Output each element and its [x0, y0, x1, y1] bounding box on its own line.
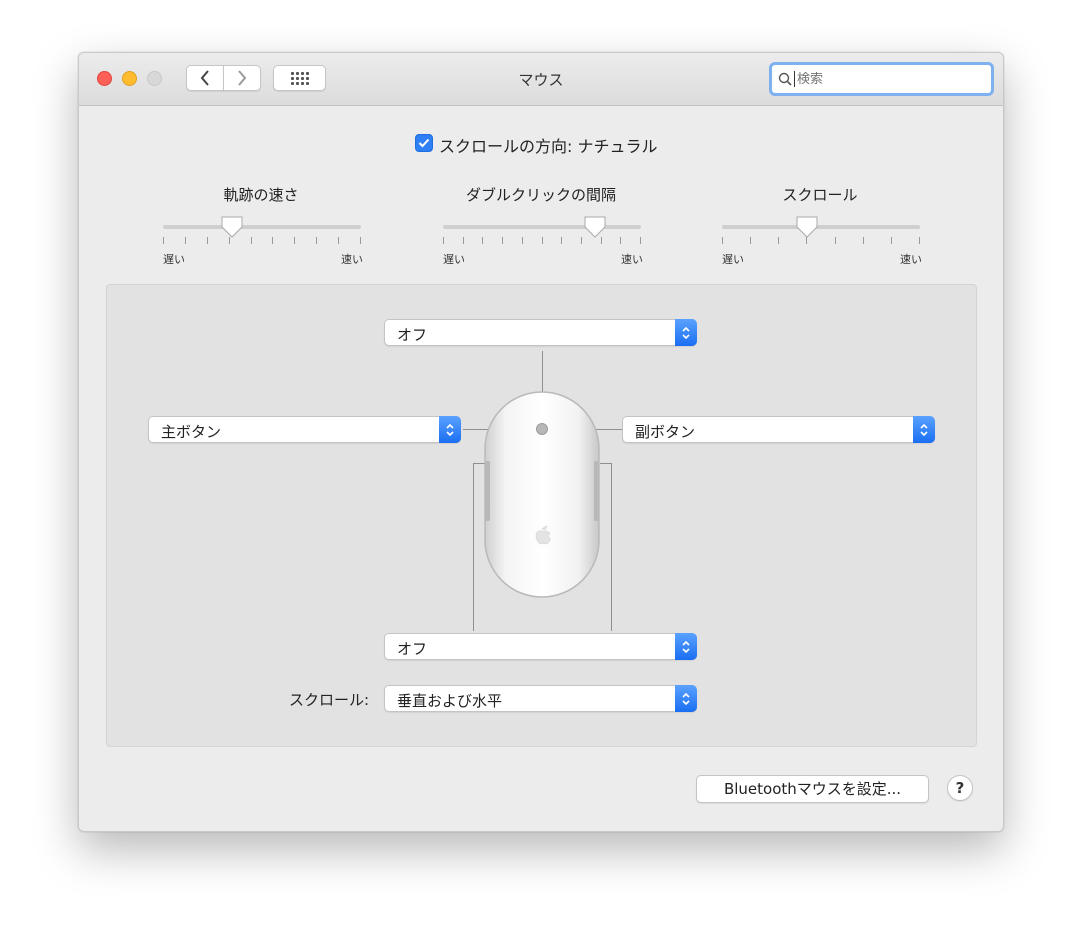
- scroll-speed-max-label: 速い: [900, 253, 922, 266]
- scroll-speed-track[interactable]: [722, 225, 920, 229]
- updown-arrows-icon: [675, 319, 697, 346]
- bottom-left-connector-line: [473, 463, 474, 631]
- slider-tick: [294, 237, 295, 244]
- tracking-speed-min-label: 遅い: [163, 253, 185, 266]
- double-click-speed-track[interactable]: [443, 225, 641, 229]
- slider-tick: [502, 237, 503, 244]
- slider-tick: [919, 237, 920, 244]
- slider-tick: [272, 237, 273, 244]
- slider-tick: [891, 237, 892, 244]
- slider-tick: [640, 237, 641, 244]
- bottom-button-popup[interactable]: オフ: [384, 633, 697, 660]
- tracking-speed-max-label: 速い: [341, 253, 363, 266]
- slider-tick: [778, 237, 779, 244]
- slider-tick: [463, 237, 464, 244]
- search-input[interactable]: [795, 71, 957, 87]
- secondary-button-value: 副ボタン: [635, 423, 696, 441]
- magic-mouse-image: [484, 391, 600, 598]
- slider-tick: [482, 237, 483, 244]
- slider-tick: [722, 237, 723, 244]
- double-click-speed-title: ダブルクリックの間隔: [465, 186, 616, 204]
- tracking-speed-knob[interactable]: [220, 215, 244, 239]
- tracking-speed-title: 軌跡の速さ: [223, 186, 299, 204]
- slider-tick: [620, 237, 621, 244]
- slider-tick: [251, 237, 252, 244]
- scroll-speed-min-label: 遅い: [722, 253, 744, 266]
- double-click-speed-min-label: 遅い: [443, 253, 465, 266]
- tracking-speed-ticks: [163, 237, 361, 244]
- tracking-speed-track[interactable]: [163, 225, 361, 229]
- help-button[interactable]: ?: [947, 775, 973, 801]
- checkmark-icon: [418, 138, 430, 148]
- slider-tick: [561, 237, 562, 244]
- titlebar: マウス: [79, 53, 1003, 106]
- updown-arrows-icon: [913, 416, 935, 443]
- scroll-mode-popup[interactable]: 垂直および水平: [384, 685, 697, 712]
- preferences-window: マウス スクロールの方向: ナチュラル 軌跡の速さ 遅い 速い ダブルクリックの…: [78, 52, 1004, 832]
- slider-tick: [338, 237, 339, 244]
- setup-bluetooth-mouse-button[interactable]: Bluetoothマウスを設定...: [696, 775, 929, 803]
- top-button-popup[interactable]: オフ: [384, 319, 697, 346]
- slider-tick: [185, 237, 186, 244]
- slider-tick: [522, 237, 523, 244]
- bottom-right-connector-line: [611, 463, 612, 631]
- primary-button-value: 主ボタン: [161, 423, 222, 441]
- slider-tick: [542, 237, 543, 244]
- slider-tick: [581, 237, 582, 244]
- slider-tick: [443, 237, 444, 244]
- slider-tick: [863, 237, 864, 244]
- slider-tick: [835, 237, 836, 244]
- search-icon: [778, 72, 792, 86]
- scroll-mode-value: 垂直および水平: [397, 692, 503, 710]
- double-click-speed-ticks: [443, 237, 641, 244]
- updown-arrows-icon: [675, 685, 697, 712]
- slider-tick: [750, 237, 751, 244]
- double-click-speed-max-label: 速い: [621, 253, 643, 266]
- bottom-button-value: オフ: [397, 640, 428, 658]
- double-click-speed-knob[interactable]: [583, 215, 607, 239]
- slider-tick: [163, 237, 164, 244]
- slider-tick: [207, 237, 208, 244]
- scroll-speed-title: スクロール: [782, 186, 858, 204]
- top-button-value: オフ: [397, 326, 428, 344]
- secondary-button-popup[interactable]: 副ボタン: [622, 416, 935, 443]
- scroll-direction-label[interactable]: スクロールの方向: ナチュラル: [439, 133, 657, 157]
- updown-arrows-icon: [439, 416, 461, 443]
- scroll-direction-checkbox[interactable]: [415, 134, 433, 152]
- scroll-speed-ticks: [722, 237, 920, 244]
- scroll-mode-label: スクロール:: [289, 691, 370, 709]
- search-field[interactable]: [769, 62, 994, 96]
- slider-tick: [360, 237, 361, 244]
- updown-arrows-icon: [675, 633, 697, 660]
- slider-tick: [316, 237, 317, 244]
- primary-button-popup[interactable]: 主ボタン: [148, 416, 461, 443]
- scroll-speed-knob[interactable]: [795, 215, 819, 239]
